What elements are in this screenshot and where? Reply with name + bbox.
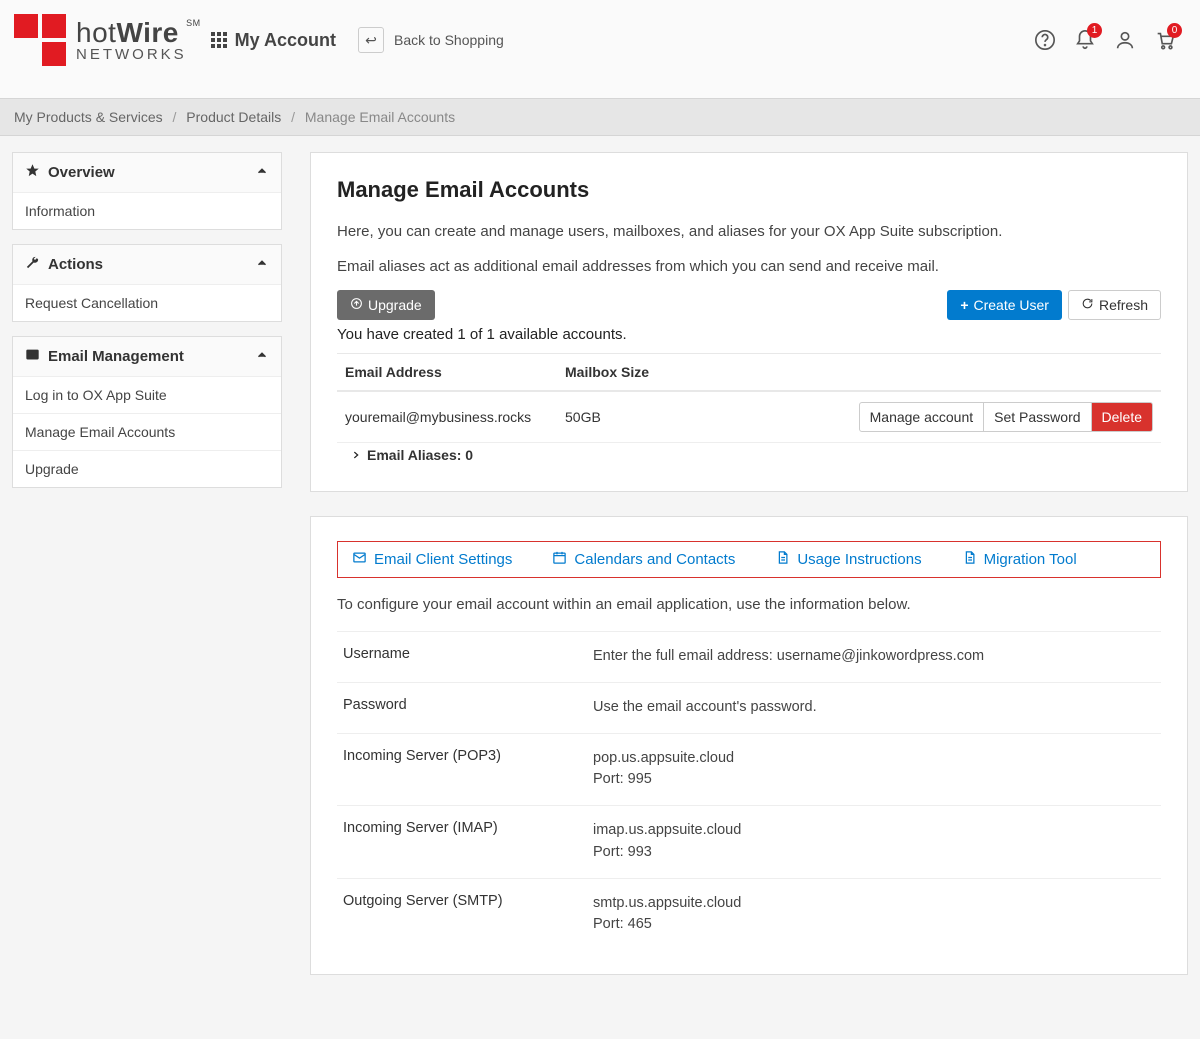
wrench-icon [25,255,40,274]
brand-networks: NETWORKS [76,47,187,62]
star-icon [25,163,40,182]
notifications-badge: 1 [1087,23,1102,38]
settings-row-username: Username Enter the full email address: u… [337,631,1161,682]
calendar-icon [552,550,567,569]
sidebar-panel-overview: Overview Information [12,152,282,230]
sidebar-item-manage-email[interactable]: Manage Email Accounts [13,413,281,450]
page-title: Manage Email Accounts [337,177,1161,203]
table-header: Email Address Mailbox Size [337,353,1161,392]
refresh-button[interactable]: Refresh [1068,290,1161,320]
accounts-table: Email Address Mailbox Size youremail@myb… [337,353,1161,467]
cart-icon[interactable]: 0 [1154,29,1176,51]
document-icon [962,550,977,569]
row-actions: Manage account Set Password Delete [853,402,1153,432]
manage-account-button[interactable]: Manage account [859,402,985,432]
sidebar-header-overview[interactable]: Overview [13,153,281,192]
email-aliases-toggle[interactable]: Email Aliases: 0 [337,443,1161,467]
document-icon [775,550,790,569]
help-icon[interactable] [1034,29,1056,51]
tab-d-label: Migration Tool [984,551,1077,568]
desc-2: Email aliases act as additional email ad… [337,256,1161,279]
sidebar-panel-actions: Actions Request Cancellation [12,244,282,322]
settings-tabs: Email Client Settings Calendars and Cont… [337,541,1161,578]
tab-usage-instructions[interactable]: Usage Instructions [775,550,921,569]
settings-row-smtp: Outgoing Server (SMTP) smtp.us.appsuite.… [337,878,1161,951]
plus-icon: + [960,297,968,313]
brand-wire: Wire [116,17,178,48]
overview-title: Overview [48,164,115,181]
breadcrumb-current: Manage Email Accounts [305,109,455,125]
sidebar-item-upgrade[interactable]: Upgrade [13,450,281,487]
settings-table: Username Enter the full email address: u… [337,631,1161,950]
user-icon[interactable] [1114,29,1136,51]
settings-row-password: Password Use the email account's passwor… [337,682,1161,733]
main-content: Manage Email Accounts Here, you can crea… [310,152,1188,999]
tab-migration-tool[interactable]: Migration Tool [962,550,1077,569]
chevron-up-icon [255,164,269,182]
tab-c-label: Usage Instructions [797,551,921,568]
back-to-shopping-link[interactable]: ↩ Back to Shopping [358,27,504,53]
back-label: Back to Shopping [394,32,504,48]
delete-button[interactable]: Delete [1091,402,1153,432]
sidebar-item-ox-login[interactable]: Log in to OX App Suite [13,376,281,413]
app-header: hotWireSM NETWORKS My Account ↩ Back to … [0,0,1200,98]
upgrade-label: Upgrade [368,297,422,313]
brand-hot: hot [76,17,116,48]
create-user-button[interactable]: + Create User [947,290,1062,320]
header-icons: 1 0 [1034,29,1186,51]
col-email: Email Address [345,364,565,380]
envelope-icon [25,347,40,366]
my-account-link[interactable]: My Account [211,30,336,51]
tab-b-label: Calendars and Contacts [574,551,735,568]
accounts-count-note: You have created 1 of 1 available accoun… [337,326,1161,343]
sidebar-header-actions[interactable]: Actions [13,245,281,284]
manage-email-card: Manage Email Accounts Here, you can crea… [310,152,1188,492]
arrow-up-circle-icon [350,297,363,313]
chevron-right-icon [351,447,361,463]
sidebar-panel-email: Email Management Log in to OX App Suite … [12,336,282,488]
chevron-up-icon [255,348,269,366]
brand-sm: SM [186,19,201,28]
refresh-icon [1081,297,1094,313]
sidebar: Overview Information Actions Request Can… [12,152,282,999]
cart-badge: 0 [1167,23,1182,38]
sidebar-item-cancel[interactable]: Request Cancellation [13,284,281,321]
breadcrumb: My Products & Services / Product Details… [0,98,1200,136]
tab-email-client-settings[interactable]: Email Client Settings [352,550,512,569]
create-user-label: Create User [974,297,1049,313]
set-password-button[interactable]: Set Password [983,402,1091,432]
cell-email: youremail@mybusiness.rocks [345,409,565,425]
logo-text: hotWireSM NETWORKS [76,19,187,62]
apps-grid-icon [211,32,227,48]
aliases-label: Email Aliases: 0 [367,447,473,463]
my-account-label: My Account [235,30,336,51]
table-row: youremail@mybusiness.rocks 50GB Manage a… [337,392,1161,443]
cell-size: 50GB [565,409,853,425]
config-note: To configure your email account within a… [337,596,1161,613]
back-arrow-icon: ↩ [358,27,384,53]
chevron-up-icon [255,256,269,274]
desc-1: Here, you can create and manage users, m… [337,221,1161,244]
col-size: Mailbox Size [565,364,853,380]
sidebar-header-email[interactable]: Email Management [13,337,281,376]
settings-row-pop3: Incoming Server (POP3) pop.us.appsuite.c… [337,733,1161,806]
tab-a-label: Email Client Settings [374,551,512,568]
logo-icon [14,14,66,66]
sidebar-item-information[interactable]: Information [13,192,281,229]
tab-calendars-contacts[interactable]: Calendars and Contacts [552,550,735,569]
notifications-icon[interactable]: 1 [1074,29,1096,51]
settings-row-imap: Incoming Server (IMAP) imap.us.appsuite.… [337,805,1161,878]
breadcrumb-products[interactable]: My Products & Services [14,109,163,125]
accounts-toolbar: Upgrade + Create User Refresh [337,290,1161,320]
client-settings-card: Email Client Settings Calendars and Cont… [310,516,1188,975]
email-title: Email Management [48,348,184,365]
breadcrumb-details[interactable]: Product Details [186,109,281,125]
envelope-icon [352,550,367,569]
refresh-label: Refresh [1099,297,1148,313]
actions-title: Actions [48,256,103,273]
upgrade-button[interactable]: Upgrade [337,290,435,320]
